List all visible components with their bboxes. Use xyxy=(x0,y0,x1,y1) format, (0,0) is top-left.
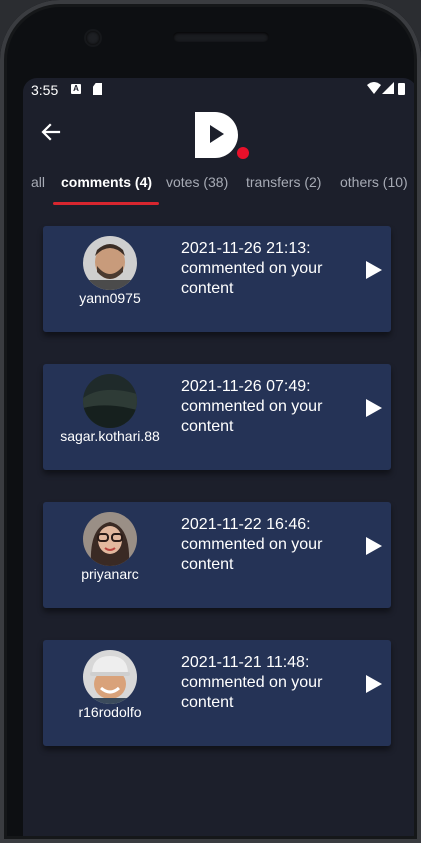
phone-frame: 3:55 A all comments (4) votes (38) trans… xyxy=(0,0,421,843)
phone-bezel xyxy=(0,0,421,843)
